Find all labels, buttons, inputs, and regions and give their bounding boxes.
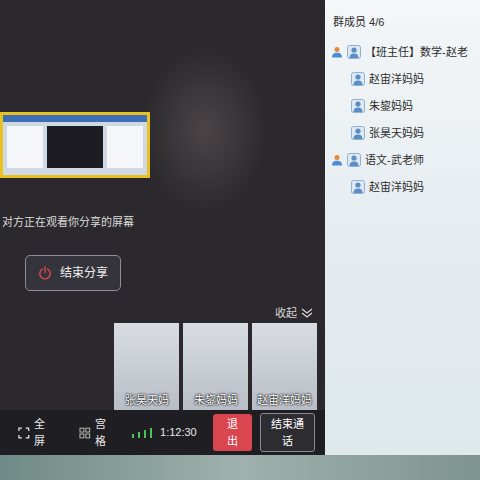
end-call-button[interactable]: 结束通话 — [260, 413, 315, 452]
signal-bar — [132, 434, 134, 438]
avatar-icon — [351, 99, 365, 113]
member-panel: 群成员 4/6【班主任】数学-赵老赵宙洋妈妈朱鋆妈妈张昊天妈妈语文-武老师赵宙洋… — [325, 0, 480, 455]
member-item[interactable]: 赵宙洋妈妈 — [325, 66, 480, 93]
avatar-icon — [351, 72, 365, 86]
preview-titlebar — [3, 115, 147, 122]
collapse-toggle[interactable]: 收起 — [0, 305, 325, 322]
member-item[interactable]: 朱鋆妈妈 — [325, 93, 480, 120]
collapse-label: 收起 — [275, 305, 297, 322]
person-icon — [331, 154, 343, 166]
video-strip: 张昊天妈 朱鋆妈妈赵宙洋妈妈 — [0, 323, 325, 410]
member-name: 朱鋆妈妈 — [369, 98, 413, 115]
fullscreen-icon — [18, 427, 30, 439]
signal-bar — [138, 432, 140, 438]
member-item[interactable]: 语文-武老师 — [325, 147, 480, 174]
chevron-down-icon — [301, 308, 313, 318]
power-icon — [38, 266, 52, 280]
share-status: 对方正在观看你分享的屏幕 — [0, 214, 325, 231]
member-name: 语文-武老师 — [365, 152, 424, 169]
video-label: 赵宙洋妈妈 — [257, 392, 312, 411]
preview-pane — [107, 126, 143, 168]
signal-bar — [144, 430, 146, 438]
fullscreen-button[interactable]: 全屏 — [18, 416, 55, 449]
member-item[interactable]: 张昊天妈妈 — [325, 120, 480, 147]
member-name: 张昊天妈妈 — [369, 125, 424, 142]
preview-video — [47, 126, 103, 168]
member-name: 【班主任】数学-赵老 — [365, 44, 468, 61]
signal-bar — [150, 428, 152, 438]
exit-button[interactable]: 退出 — [213, 414, 252, 451]
member-name: 赵宙洋妈妈 — [369, 71, 424, 88]
grid-icon — [79, 427, 91, 439]
grid-label: 宫格 — [95, 416, 116, 449]
desktop-background — [0, 455, 480, 480]
fullscreen-label: 全屏 — [34, 416, 55, 449]
grid-button[interactable]: 宫格 — [79, 416, 116, 449]
avatar-icon — [347, 153, 361, 167]
stop-share-button[interactable]: 结束分享 — [25, 255, 121, 291]
video-tile[interactable]: 张昊天妈 — [114, 323, 179, 410]
avatar-icon — [351, 180, 365, 194]
preview-body — [3, 122, 147, 172]
person-icon — [331, 46, 343, 58]
stop-row: 结束分享 — [0, 231, 325, 291]
video-label: 朱鋆妈妈 — [194, 392, 238, 411]
stop-share-label: 结束分享 — [60, 264, 108, 282]
member-name: 赵宙洋妈妈 — [369, 179, 424, 196]
member-item[interactable]: 赵宙洋妈妈 — [325, 174, 480, 201]
call-window: 对方正在观看你分享的屏幕结束分享收起张昊天妈朱鋆妈妈赵宙洋妈妈全屏宫格1:12:… — [0, 0, 480, 455]
video-label: 张昊天妈 — [125, 392, 169, 411]
video-tile[interactable]: 朱鋆妈妈 — [183, 323, 248, 410]
shared-screen-preview — [0, 112, 150, 178]
member-count: 群成员 4/6 — [325, 0, 480, 39]
avatar-icon — [347, 45, 361, 59]
signal-meter — [132, 428, 152, 438]
call-duration: 1:12:30 — [160, 424, 197, 441]
avatar-icon — [351, 126, 365, 140]
call-toolbar: 全屏 宫格 1:12:30 退出结束通话 — [0, 410, 325, 455]
member-item[interactable]: 【班主任】数学-赵老 — [325, 39, 480, 66]
preview-pane — [7, 126, 43, 168]
video-tile[interactable]: 赵宙洋妈妈 — [252, 323, 317, 410]
video-area: 对方正在观看你分享的屏幕结束分享收起张昊天妈 朱鋆妈妈赵宙洋妈妈全屏 宫格 1:12:… — [0, 0, 325, 455]
